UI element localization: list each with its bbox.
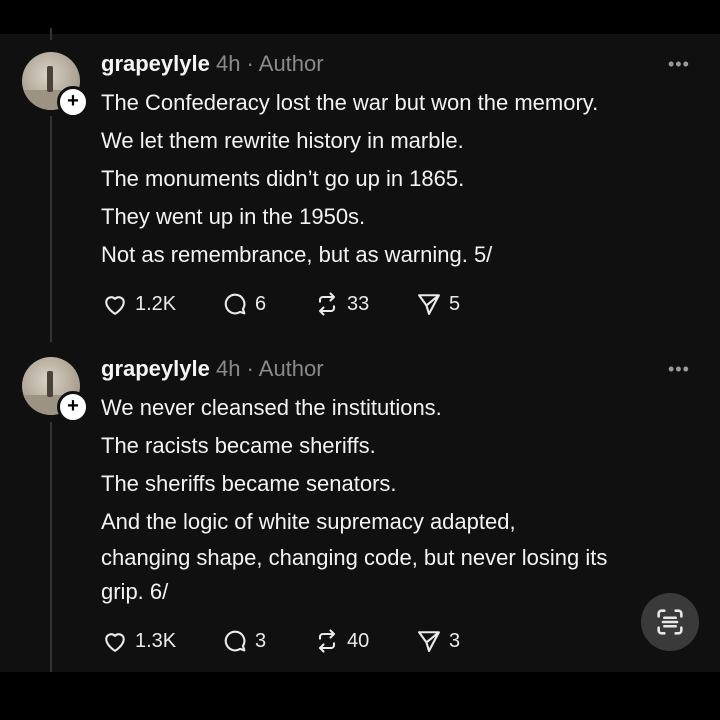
- thread-line-1: [50, 116, 52, 342]
- like-button[interactable]: 1.3K: [101, 627, 176, 655]
- repost-button[interactable]: 33: [313, 290, 369, 318]
- post-line: grip. 6/: [101, 579, 169, 604]
- username[interactable]: grapeylyle: [101, 356, 210, 381]
- comment-button[interactable]: 3: [221, 627, 266, 655]
- share-button[interactable]: 5: [415, 290, 460, 318]
- post-body: We never cleansed the institutions. The …: [101, 389, 701, 609]
- repost-icon: [318, 629, 336, 653]
- more-icon[interactable]: •••: [668, 359, 690, 380]
- screen: + grapeylyle 4h · Author ••• The Confede…: [0, 0, 720, 720]
- repost-count: 40: [347, 629, 370, 652]
- post-line: We never cleansed the institutions.: [101, 395, 442, 420]
- repost-button[interactable]: 40: [313, 627, 369, 655]
- repost-count: 33: [347, 292, 370, 315]
- share-count: 3: [449, 629, 461, 652]
- repost-icon: [318, 292, 336, 316]
- post-line: The Confederacy lost the war but won the…: [101, 90, 599, 115]
- comment-icon: [224, 293, 246, 315]
- post-header: grapeylyle 4h · Author: [101, 51, 324, 77]
- post-line: The racists became sheriffs.: [101, 433, 376, 458]
- heart-icon: [105, 633, 125, 652]
- post-meta: 4h · Author: [209, 51, 324, 76]
- post-line: We let them rewrite history in marble.: [101, 128, 464, 153]
- comment-count: 3: [255, 629, 267, 652]
- post-header: grapeylyle 4h · Author: [101, 356, 324, 382]
- post-line: Not as remembrance, but as warning. 5/: [101, 242, 493, 267]
- comment-count: 6: [255, 292, 267, 315]
- post-body: The Confederacy lost the war but won the…: [101, 84, 701, 274]
- more-icon[interactable]: •••: [668, 54, 690, 75]
- username[interactable]: grapeylyle: [101, 51, 210, 76]
- share-icon: [418, 294, 440, 315]
- thread-panel: + grapeylyle 4h · Author ••• The Confede…: [0, 28, 720, 672]
- post-line: The sheriffs became senators.: [101, 471, 397, 496]
- scan-text-button[interactable]: [641, 593, 699, 651]
- plus-icon[interactable]: +: [57, 86, 89, 118]
- thread-line-2: [50, 422, 52, 672]
- post-line: The monuments didn’t go up in 1865.: [101, 166, 465, 191]
- thread-line-top: [50, 28, 52, 40]
- share-button[interactable]: 3: [415, 627, 460, 655]
- plus-icon[interactable]: +: [57, 391, 89, 423]
- post-meta: 4h · Author: [209, 356, 324, 381]
- post-line: They went up in the 1950s.: [101, 204, 366, 229]
- scan-text-icon: [657, 609, 683, 635]
- share-icon: [418, 631, 440, 652]
- comment-button[interactable]: 6: [221, 290, 266, 318]
- like-button[interactable]: 1.2K: [101, 290, 176, 318]
- like-count: 1.3K: [135, 629, 177, 652]
- comment-icon: [224, 630, 246, 652]
- share-count: 5: [449, 292, 461, 315]
- post-line: changing shape, changing code, but never…: [101, 545, 608, 570]
- like-count: 1.2K: [135, 292, 177, 315]
- post-line: And the logic of white supremacy adapted…: [101, 509, 516, 534]
- heart-icon: [105, 296, 125, 315]
